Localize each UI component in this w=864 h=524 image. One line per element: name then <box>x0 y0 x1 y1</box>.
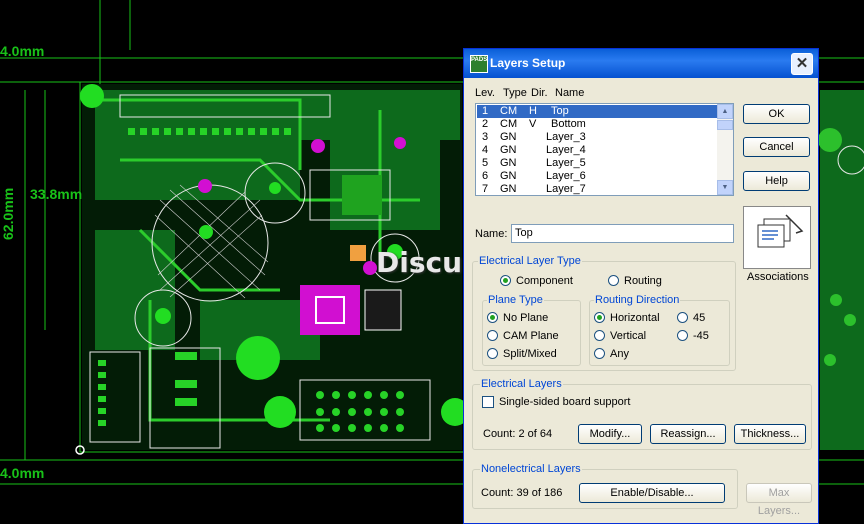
layer-type: GN <box>500 170 517 182</box>
direction-minus45-radio[interactable] <box>677 330 688 341</box>
nonelectrical-layers-count: Count: 39 of 186 <box>481 487 563 499</box>
layer-type: GN <box>500 131 517 143</box>
max-layers-button[interactable]: Max Layers... <box>746 483 812 517</box>
dimension-bottom-label: 4.0mm <box>0 465 45 481</box>
enable-disable-button[interactable]: Enable/Disable... <box>579 483 725 503</box>
name-label: Name: <box>475 228 508 240</box>
scroll-down-icon[interactable]: ▼ <box>717 180 733 195</box>
close-button[interactable]: ✕ <box>791 53 813 75</box>
routing-radio[interactable] <box>608 275 619 286</box>
dialog-titlebar[interactable]: PADS Layers Setup ✕ <box>464 49 818 78</box>
any-radio[interactable] <box>594 348 605 359</box>
layer-row[interactable]: 3 GN Layer_3 <box>477 131 718 144</box>
associations-label: Associations <box>747 271 809 283</box>
associations-icon <box>757 214 804 248</box>
nonelectrical-layers-title: Nonelectrical Layers <box>480 463 582 475</box>
associations-button[interactable] <box>743 206 811 269</box>
layer-lev: 1 <box>482 105 489 117</box>
list-header-lev: Lev. <box>475 87 495 99</box>
layer-type: GN <box>500 183 517 195</box>
routing-label: Routing <box>624 275 662 287</box>
layer-dir: H <box>529 105 537 117</box>
layer-row[interactable]: 1 CM H Top <box>477 105 718 118</box>
horizontal-radio[interactable] <box>594 312 605 323</box>
layer-row[interactable]: 6 GN Layer_6 <box>477 170 718 183</box>
direction-45-label: 45 <box>693 312 706 324</box>
help-button[interactable]: Help <box>743 171 810 191</box>
no-plane-radio[interactable] <box>487 312 498 323</box>
layer-name-input[interactable]: Top <box>511 224 734 243</box>
any-label: Any <box>610 348 629 360</box>
cancel-button[interactable]: Cancel <box>743 137 810 157</box>
layer-row[interactable]: 5 GN Layer_5 <box>477 157 718 170</box>
single-sided-checkbox[interactable] <box>482 396 494 408</box>
dialog-title: Layers Setup <box>490 56 566 70</box>
layer-lev: 6 <box>482 170 489 182</box>
layer-row[interactable]: 4 GN Layer_4 <box>477 144 718 157</box>
layer-name: Layer_5 <box>546 157 586 169</box>
layer-dir: V <box>529 118 537 130</box>
layer-name: Top <box>551 105 569 117</box>
component-radio[interactable] <box>500 275 511 286</box>
list-header-type: Type <box>503 87 527 99</box>
cam-plane-radio[interactable] <box>487 330 498 341</box>
layer-name: Layer_4 <box>546 144 586 156</box>
thickness-button[interactable]: Thickness... <box>734 424 806 444</box>
layers-list-scrollbar[interactable]: ▲ ▼ <box>717 104 733 195</box>
electrical-layers-title: Electrical Layers <box>480 378 563 390</box>
dimension-top-label: 4.0mm <box>0 43 45 59</box>
split-mixed-label: Split/Mixed <box>503 348 557 360</box>
layer-row[interactable]: 2 CM V Bottom <box>477 118 718 131</box>
electrical-layer-type-title: Electrical Layer Type <box>478 255 582 267</box>
layer-name: Bottom <box>551 118 586 130</box>
layer-lev: 2 <box>482 118 489 130</box>
layer-type: CM <box>500 105 518 117</box>
plane-type-title: Plane Type <box>487 294 544 306</box>
horizontal-label: Horizontal <box>610 312 660 324</box>
cam-plane-label: CAM Plane <box>503 330 559 342</box>
layer-name: Layer_7 <box>546 183 586 195</box>
pads-app-icon: PADS <box>470 55 488 73</box>
dimension-board-label: 62.0mm <box>0 187 16 240</box>
direction-45-radio[interactable] <box>677 312 688 323</box>
layer-type: GN <box>500 144 517 156</box>
layers-list[interactable]: 1 CM H Top 2 CM V Bottom 3 GN Layer_3 4 … <box>475 103 734 196</box>
scroll-thumb[interactable] <box>717 120 733 130</box>
dimension-height-label: 33.8mm <box>30 186 83 202</box>
layer-lev: 7 <box>482 183 489 195</box>
direction-minus45-label: -45 <box>693 330 709 342</box>
layer-name: Layer_3 <box>546 131 586 143</box>
electrical-layers-count: Count: 2 of 64 <box>483 428 553 440</box>
no-plane-label: No Plane <box>503 312 549 324</box>
modify-button[interactable]: Modify... <box>578 424 642 444</box>
layer-type: GN <box>500 157 517 169</box>
list-header-name: Name <box>555 87 585 99</box>
single-sided-label: Single-sided board support <box>499 396 631 408</box>
vertical-radio[interactable] <box>594 330 605 341</box>
layer-lev: 3 <box>482 131 489 143</box>
component-label: Component <box>516 275 573 287</box>
ok-button[interactable]: OK <box>743 104 810 124</box>
vertical-label: Vertical <box>610 330 647 342</box>
layer-name: Layer_6 <box>546 170 586 182</box>
layer-lev: 5 <box>482 157 489 169</box>
layer-type: CM <box>500 118 518 130</box>
split-mixed-radio[interactable] <box>487 348 498 359</box>
routing-direction-title: Routing Direction <box>594 294 681 306</box>
list-header-dir: Dir. <box>531 87 548 99</box>
scroll-up-icon[interactable]: ▲ <box>717 104 733 119</box>
layers-setup-dialog: PADS Layers Setup ✕ Lev. Type Dir. Name … <box>463 48 819 524</box>
layer-row[interactable]: 7 GN Layer_7 <box>477 183 718 195</box>
layer-lev: 4 <box>482 144 489 156</box>
reassign-button[interactable]: Reassign... <box>650 424 726 444</box>
